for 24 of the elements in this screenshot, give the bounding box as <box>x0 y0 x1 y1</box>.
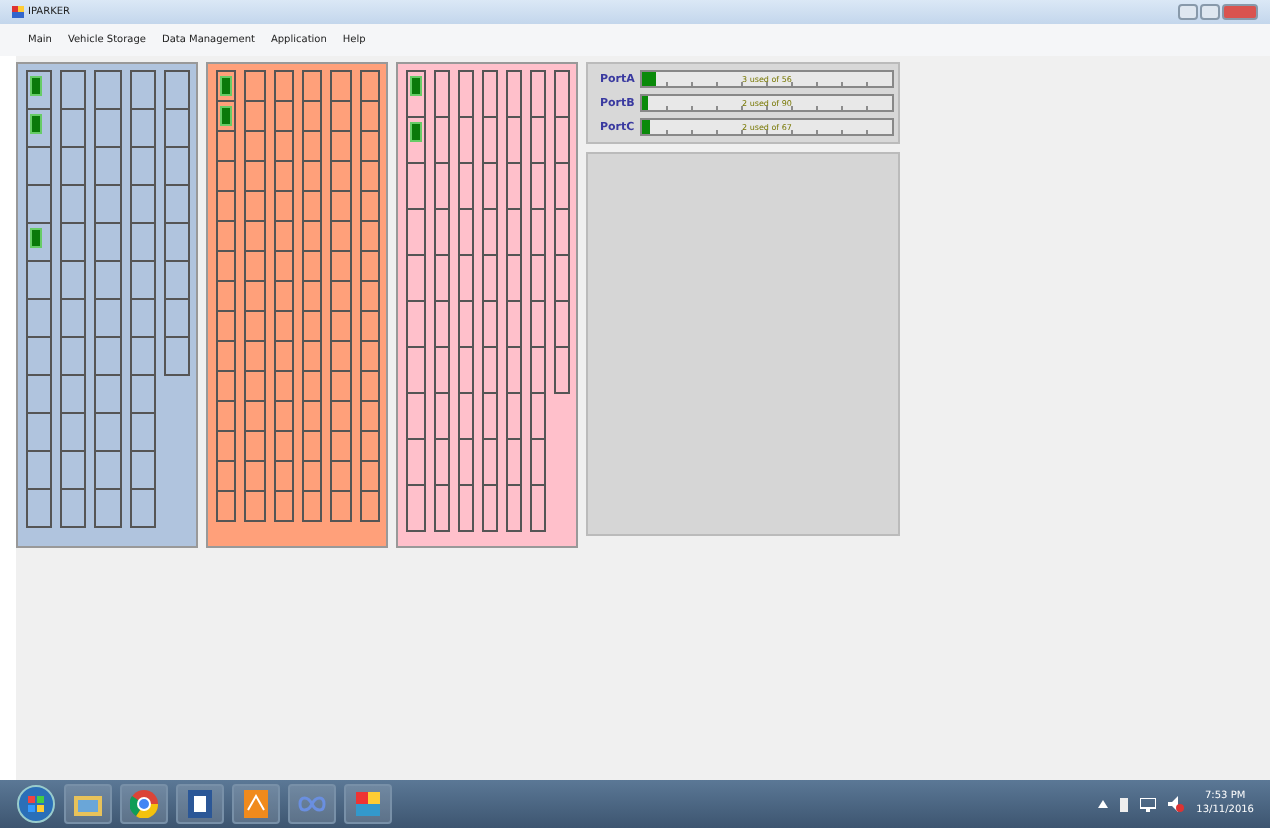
infinity-icon <box>298 796 326 812</box>
start-button-icon[interactable] <box>16 784 56 824</box>
tray-arrow-icon[interactable] <box>1098 800 1109 808</box>
speaker-icon[interactable] <box>1168 796 1185 812</box>
folder-taskbar-button[interactable] <box>64 784 112 824</box>
network-icon[interactable] <box>1140 797 1157 811</box>
browser-icon <box>130 790 158 818</box>
battery-icon[interactable] <box>1120 796 1129 812</box>
car-marker <box>410 122 422 142</box>
app-icon <box>356 792 380 816</box>
car-marker <box>30 76 42 96</box>
app-icon <box>12 6 24 18</box>
car-marker <box>220 76 232 96</box>
app-taskbar-button[interactable] <box>344 784 392 824</box>
car-marker <box>30 114 42 134</box>
document-icon <box>188 790 212 818</box>
car-marker <box>410 76 422 96</box>
browser-taskbar-button[interactable] <box>120 784 168 824</box>
document-taskbar-button[interactable] <box>176 784 224 824</box>
pdf-taskbar-button[interactable] <box>232 784 280 824</box>
folder-icon <box>74 793 102 815</box>
car-marker <box>220 106 232 126</box>
car-marker <box>30 228 42 248</box>
pdf-icon <box>244 790 268 818</box>
